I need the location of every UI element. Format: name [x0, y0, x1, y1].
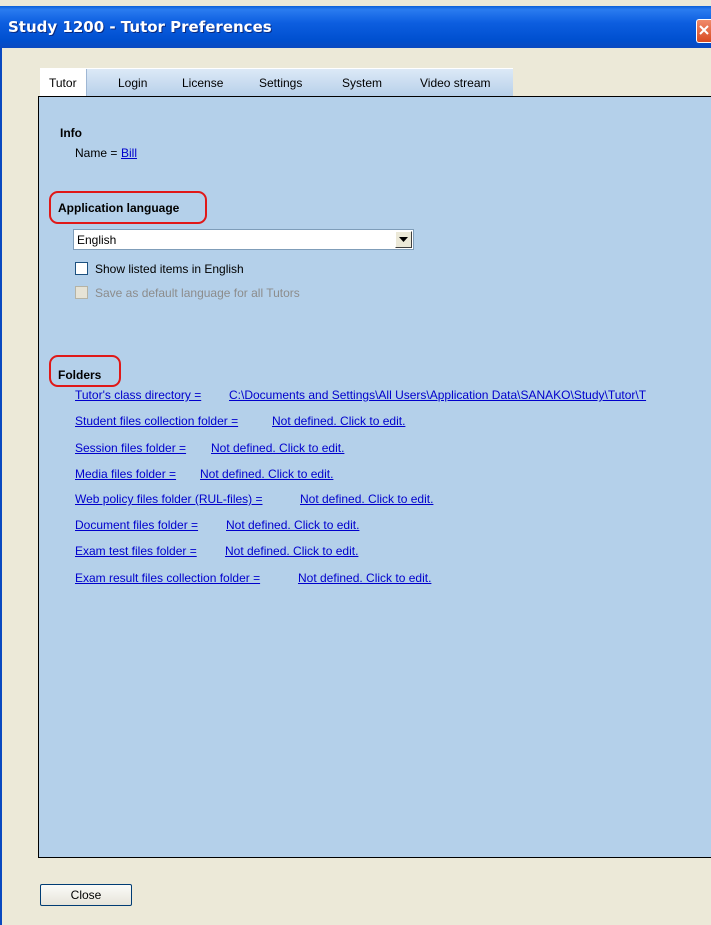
- tab-system[interactable]: System: [342, 76, 382, 90]
- session-files-label[interactable]: Session files folder =: [75, 441, 186, 455]
- exam-result-value[interactable]: Not defined. Click to edit.: [298, 571, 431, 585]
- close-button[interactable]: Close: [40, 884, 132, 906]
- window-frame: [0, 48, 2, 925]
- name-label: Name =: [75, 146, 118, 160]
- save-default-checkbox: [75, 286, 88, 299]
- show-english-checkbox[interactable]: [75, 262, 88, 275]
- name-link[interactable]: Bill: [121, 146, 137, 160]
- class-directory-label[interactable]: Tutor's class directory =: [75, 388, 201, 402]
- tab-video-stream[interactable]: Video stream: [420, 76, 490, 90]
- info-heading: Info: [60, 126, 82, 140]
- window-title: Study 1200 - Tutor Preferences: [8, 18, 272, 36]
- student-files-label[interactable]: Student files collection folder =: [75, 414, 238, 428]
- language-heading: Application language: [58, 201, 180, 215]
- language-select[interactable]: English: [73, 229, 414, 250]
- language-select-value: English: [77, 233, 117, 247]
- title-bar[interactable]: Study 1200 - Tutor Preferences: [0, 6, 711, 48]
- tab-tutor[interactable]: Tutor: [40, 69, 87, 97]
- web-policy-label[interactable]: Web policy files folder (RUL-files) =: [75, 492, 263, 506]
- exam-test-label[interactable]: Exam test files folder =: [75, 544, 197, 558]
- folders-heading: Folders: [58, 368, 102, 382]
- document-files-value[interactable]: Not defined. Click to edit.: [226, 518, 359, 532]
- chevron-down-icon[interactable]: [395, 231, 412, 248]
- tab-bar: Tutor Login License Settings System Vide…: [40, 68, 513, 97]
- class-directory-value[interactable]: C:\Documents and Settings\All Users\Appl…: [229, 388, 646, 402]
- preferences-window: Study 1200 - Tutor Preferences Tutor Log…: [0, 0, 711, 925]
- session-files-value[interactable]: Not defined. Click to edit.: [211, 441, 344, 455]
- show-english-label: Show listed items in English: [95, 262, 244, 276]
- student-files-value[interactable]: Not defined. Click to edit.: [272, 414, 405, 428]
- exam-test-value[interactable]: Not defined. Click to edit.: [225, 544, 358, 558]
- exam-result-label[interactable]: Exam result files collection folder =: [75, 571, 260, 585]
- web-policy-value[interactable]: Not defined. Click to edit.: [300, 492, 433, 506]
- media-files-label[interactable]: Media files folder =: [75, 467, 176, 481]
- tab-settings[interactable]: Settings: [259, 76, 302, 90]
- media-files-value[interactable]: Not defined. Click to edit.: [200, 467, 333, 481]
- save-default-label: Save as default language for all Tutors: [95, 286, 300, 300]
- tab-license[interactable]: License: [182, 76, 223, 90]
- window-close-icon[interactable]: [696, 19, 711, 43]
- document-files-label[interactable]: Document files folder =: [75, 518, 198, 532]
- tab-login[interactable]: Login: [118, 76, 147, 90]
